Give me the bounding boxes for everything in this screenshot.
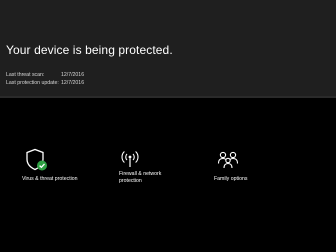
- tile-family-options[interactable]: Family options: [214, 148, 304, 198]
- antenna-icon: [118, 148, 142, 172]
- page-title: Your device is being protected.: [6, 43, 173, 57]
- last-protection-update-label: Last protection update:: [6, 80, 59, 86]
- shield-check-icon: [24, 148, 48, 172]
- header-divider: [0, 96, 336, 98]
- last-threat-scan-value: 12/7/2016: [61, 72, 85, 78]
- tile-label: Virus & threat protection: [22, 176, 78, 182]
- last-protection-update-row: Last protection update: 12/7/2016: [6, 80, 84, 86]
- tile-label: Family options: [214, 176, 248, 182]
- tile-virus-threat-protection[interactable]: Virus & threat protection: [22, 148, 112, 198]
- tile-label: Firewall & network protection: [119, 171, 162, 184]
- last-protection-update-value: 12/7/2016: [61, 80, 85, 86]
- tile-firewall-network-protection[interactable]: Firewall & network protection: [118, 148, 208, 198]
- last-threat-scan-label: Last threat scan:: [6, 72, 45, 78]
- family-icon: [216, 148, 240, 172]
- last-threat-scan-row: Last threat scan: 12/7/2016: [6, 72, 84, 78]
- status-header: Your device is being protected. Last thr…: [0, 4, 336, 96]
